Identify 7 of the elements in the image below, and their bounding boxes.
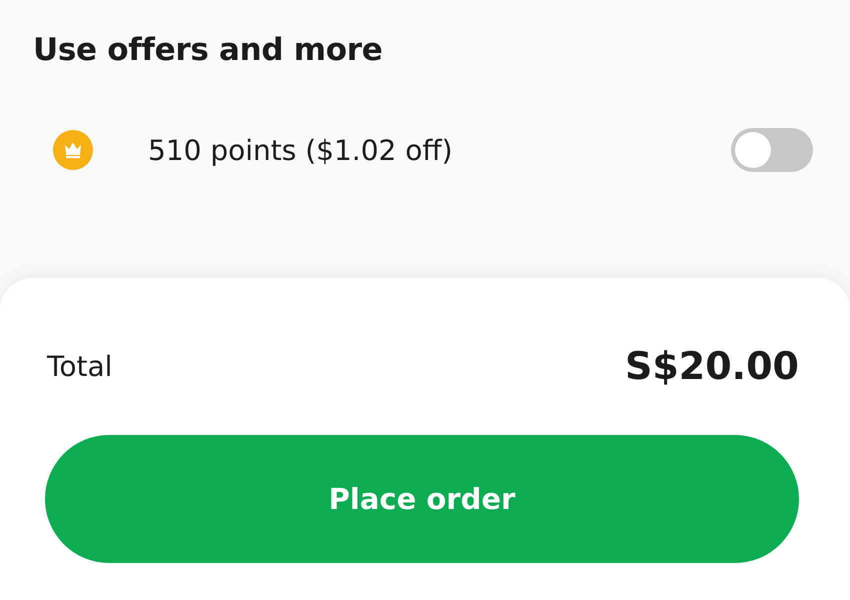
- points-toggle[interactable]: [731, 128, 813, 172]
- total-label: Total: [47, 350, 112, 382]
- section-title: Use offers and more: [33, 31, 384, 70]
- crown-coin-icon: [53, 130, 93, 170]
- total-amount: S$20.00: [624, 344, 799, 388]
- points-option-label: 510 points ($1.02 off): [148, 134, 454, 166]
- place-order-button[interactable]: Place order: [45, 435, 799, 563]
